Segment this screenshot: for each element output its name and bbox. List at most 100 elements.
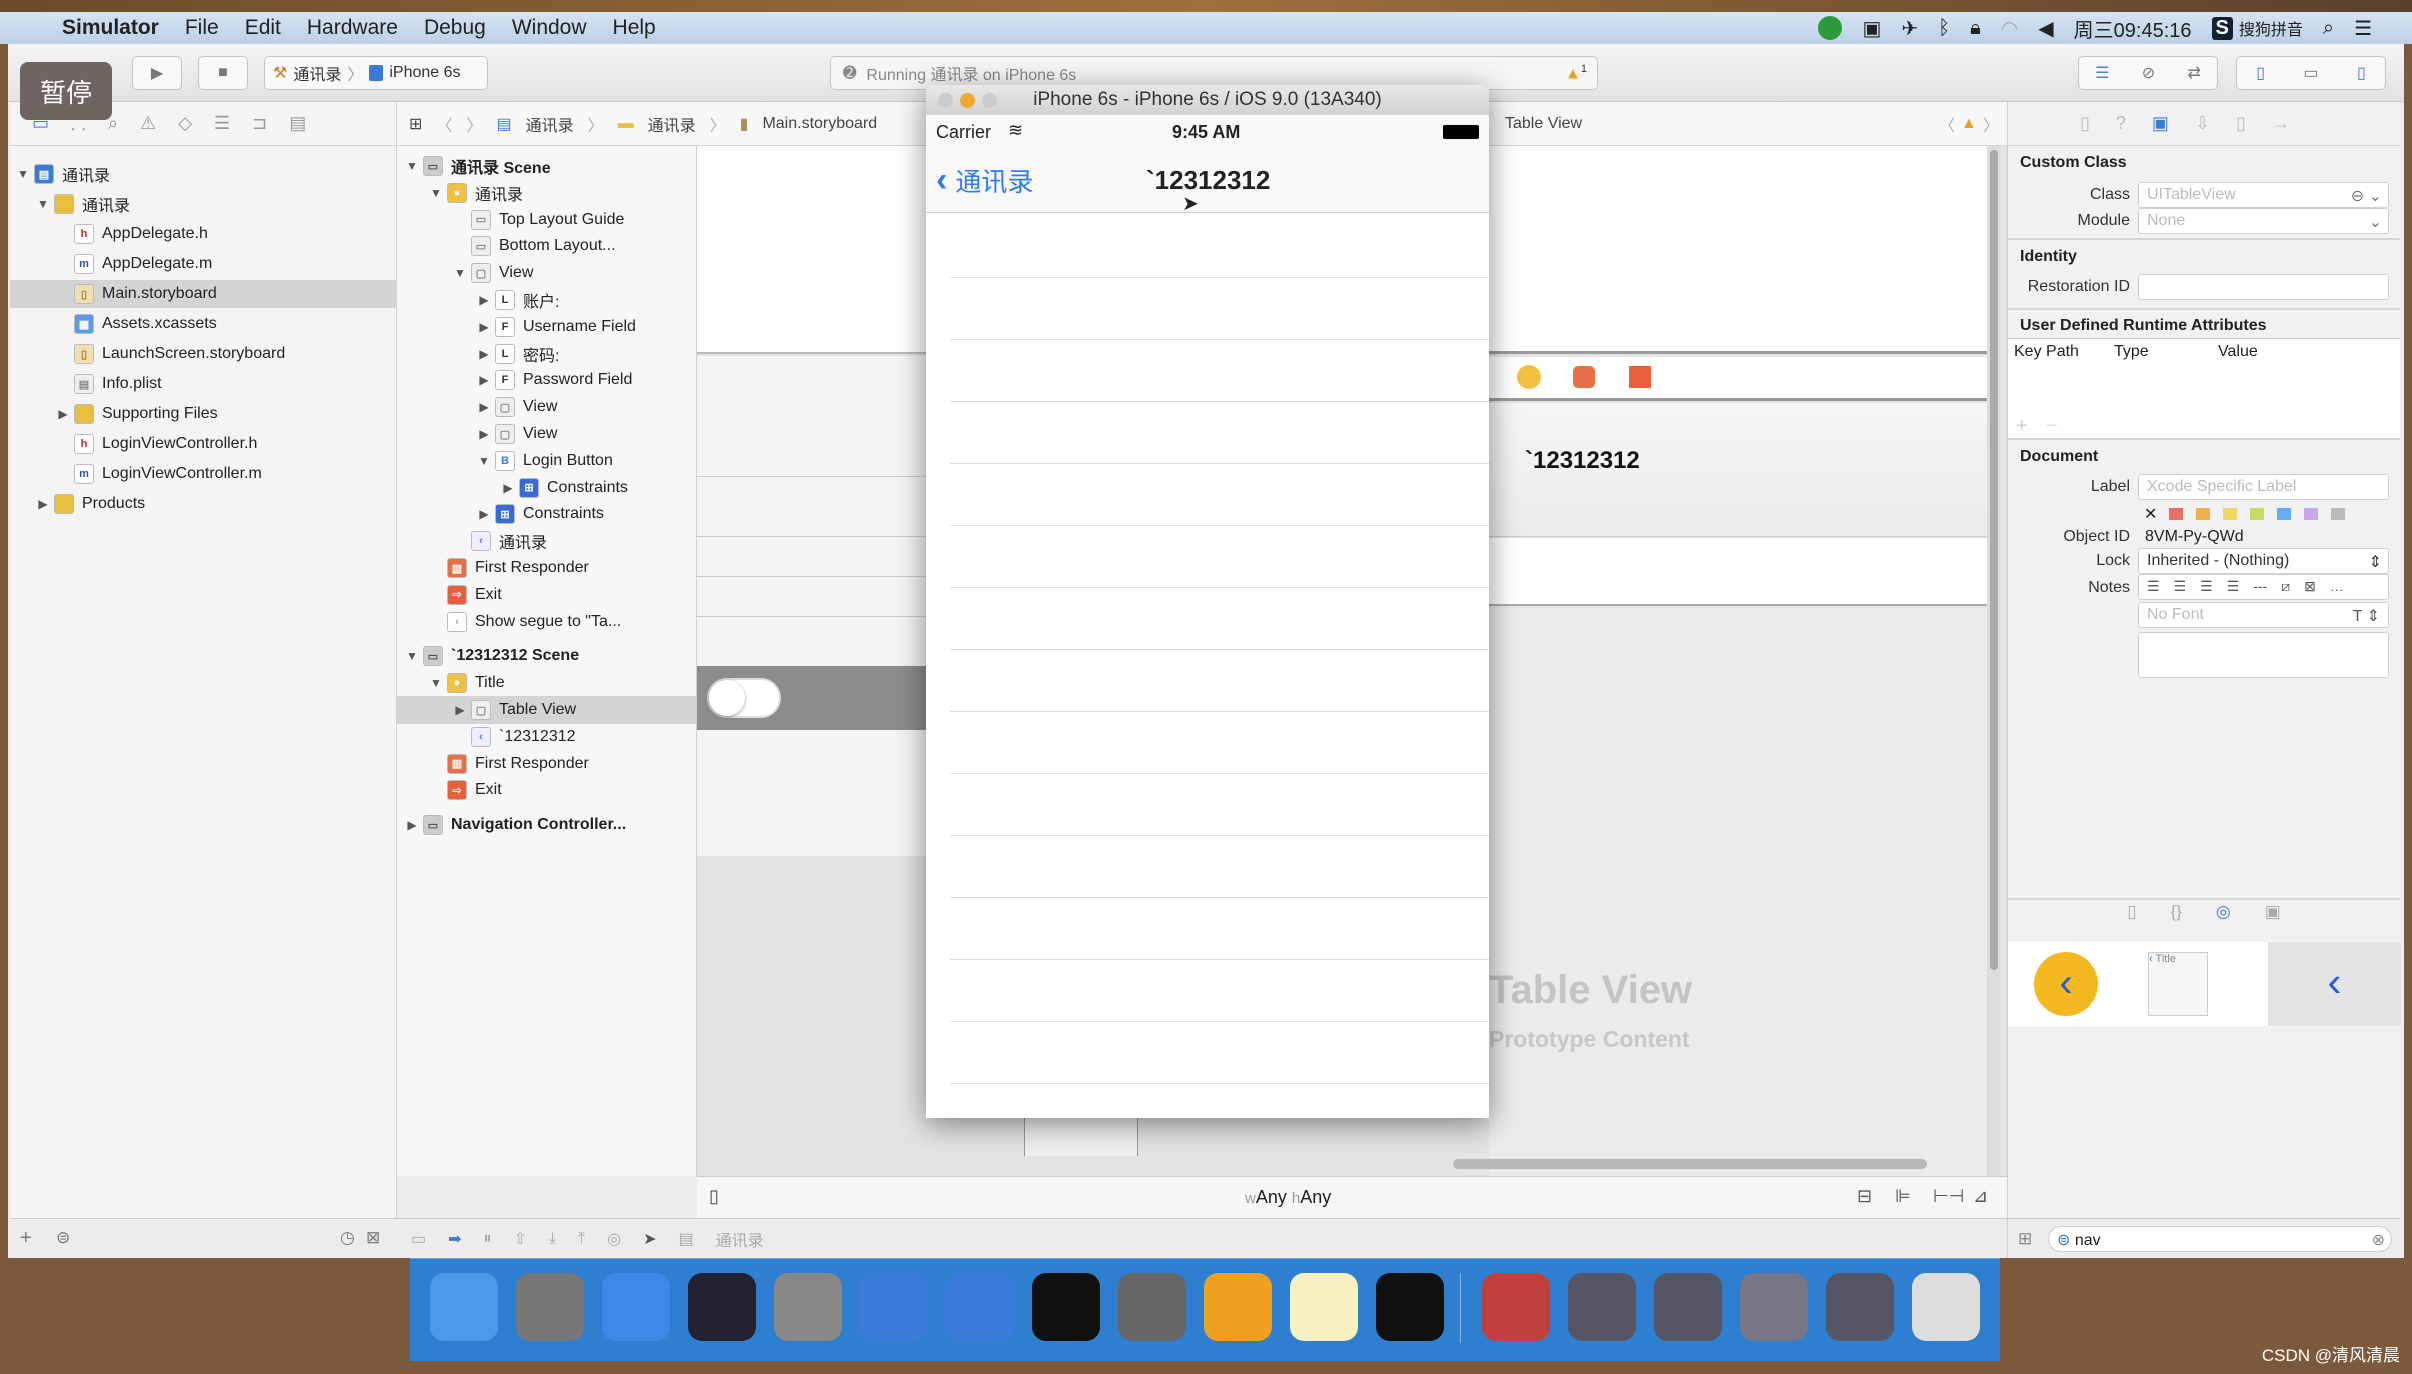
clear-filter-icon[interactable]: ⊗ (2372, 1230, 2385, 1250)
menu-edit[interactable]: Edit (245, 16, 281, 40)
restoration-id-field[interactable] (2138, 274, 2389, 300)
assistant-editor-icon[interactable]: ⊘ (2142, 63, 2155, 83)
file-item[interactable]: ▼ ▤ 通讯录 (10, 160, 396, 188)
library-filter-input[interactable]: ⊜ nav ⊗ (2048, 1226, 2392, 1252)
forward-icon[interactable]: 〉 (466, 112, 482, 136)
menu-help[interactable]: Help (613, 16, 656, 40)
more-icon[interactable]: … (2330, 578, 2344, 596)
run-button[interactable]: ▶ (132, 56, 182, 90)
identity-inspector-icon[interactable]: ▣ (2152, 113, 2169, 134)
dock-photo-booth-icon[interactable] (774, 1273, 842, 1341)
scm-filter-icon[interactable]: ⊠ (366, 1228, 380, 1248)
file-item[interactable]: ▶ Products (10, 490, 396, 518)
pin-icon[interactable]: ⊢⊣ (1933, 1186, 1964, 1207)
test-nav-icon[interactable]: ◇ (178, 113, 192, 134)
view-debugger-icon[interactable]: ◎ (607, 1229, 621, 1249)
prototype-cell[interactable] (1489, 538, 1989, 606)
dock-xcode-icon[interactable] (860, 1273, 928, 1341)
file-item[interactable]: h AppDelegate.h (10, 220, 396, 248)
recent-files-icon[interactable]: ◷ (340, 1228, 355, 1248)
media-library-icon[interactable]: ▣ (2265, 902, 2281, 926)
outline-item[interactable]: ‹ Show segue to "Ta... (397, 608, 696, 636)
simulator-titlebar[interactable]: iPhone 6s - iPhone 6s / iOS 9.0 (13A340) (926, 85, 1489, 115)
wifi-icon[interactable]: ◠ (2001, 16, 2018, 41)
version-editor-icon[interactable]: ⇄ (2187, 63, 2200, 83)
code-snippet-icon[interactable]: {} (2171, 902, 2182, 926)
disclosure-collapsed-icon[interactable]: ▶ (477, 507, 491, 521)
hide-debug-icon[interactable]: ▭ (411, 1229, 426, 1249)
close-button[interactable] (938, 93, 953, 108)
align-icon[interactable]: ⊫ (1895, 1186, 1911, 1207)
doc-label-field[interactable]: Xcode Specific Label (2138, 474, 2389, 500)
outline-item[interactable]: ▼ ▢ View (397, 259, 696, 287)
file-item[interactable]: ▤ Info.plist (10, 370, 396, 398)
toggle-switch[interactable] (707, 678, 781, 718)
remove-attribute-icon[interactable]: − (2046, 415, 2058, 438)
disclosure-collapsed-icon[interactable]: ▶ (477, 320, 491, 334)
outline-item[interactable]: ▭ Top Layout Guide (397, 206, 696, 234)
related-items-icon[interactable]: ⊞ (409, 114, 422, 134)
disclosure-collapsed-icon[interactable]: ▶ (56, 407, 70, 421)
outline-item[interactable]: ▭ Bottom Layout... (397, 232, 696, 260)
disclosure-expanded-icon[interactable]: ▼ (429, 186, 443, 200)
show-outline-icon[interactable]: ▯ (709, 1186, 719, 1207)
outline-item[interactable]: ▼ ● 通讯录 (397, 179, 696, 207)
toggle-navigator-icon[interactable]: ▯ (2256, 63, 2265, 83)
spotlight-icon[interactable]: ⌕ (2323, 17, 2334, 40)
outline-item[interactable]: ▶ ▢ Table View (397, 696, 696, 724)
outline-item[interactable]: ▶ F Username Field (397, 313, 696, 341)
toggle-debug-icon[interactable]: ▭ (2303, 63, 2318, 83)
help-inspector-icon[interactable]: ? (2116, 113, 2126, 134)
dock-trash-icon[interactable] (1912, 1273, 1980, 1341)
disclosure-collapsed-icon[interactable]: ▶ (477, 400, 491, 414)
outline-item[interactable]: ▶ ⊞ Constraints (397, 500, 696, 528)
zoom-button[interactable] (982, 93, 997, 108)
file-item[interactable]: ▯ LaunchScreen.storyboard (10, 340, 396, 368)
outline-item[interactable]: ▶ ⊞ Constraints (397, 474, 696, 502)
menu-app[interactable]: Simulator (62, 16, 159, 40)
bluetooth-icon[interactable]: ᛒ (1938, 17, 1950, 40)
volume-icon[interactable]: ◀ (2038, 16, 2053, 41)
label-color-swatch[interactable] (2223, 508, 2238, 520)
dash-icon[interactable]: --- (2253, 578, 2267, 596)
disclosure-collapsed-icon[interactable]: ▶ (501, 481, 515, 495)
lock-select[interactable]: Inherited - (Nothing) ⇕ (2138, 548, 2389, 574)
disclosure-expanded-icon[interactable]: ▼ (429, 676, 443, 690)
filter-icon[interactable]: ⊜ (56, 1228, 70, 1248)
disclosure-expanded-icon[interactable]: ▼ (453, 266, 467, 280)
size-class-control[interactable]: wAny hAny (1245, 1187, 1331, 1208)
dock-launchpad-icon[interactable] (516, 1273, 584, 1341)
dock-mouse-icon[interactable] (688, 1273, 756, 1341)
outline-item[interactable]: ‹ `12312312 (397, 723, 696, 751)
outline-item[interactable]: ▼ B Login Button (397, 447, 696, 475)
dock-terminal-icon[interactable] (1032, 1273, 1100, 1341)
outline-item[interactable]: ⇨ Exit (397, 776, 696, 804)
dock-screen2-icon[interactable] (1654, 1273, 1722, 1341)
dock-screen1-icon[interactable] (1568, 1273, 1636, 1341)
crumb-file[interactable]: Main.storyboard (762, 115, 877, 133)
file-item[interactable]: m LoginViewController.m (10, 460, 396, 488)
disclosure-collapsed-icon[interactable]: ▶ (405, 818, 419, 832)
outline-item[interactable]: ▼ ▭ `12312312 Scene (397, 642, 696, 670)
vertical-scrollbar[interactable] (1987, 146, 2001, 1176)
text-color-icon[interactable]: ⊠ (2304, 578, 2316, 596)
grid-view-icon[interactable]: ⊞ (2018, 1229, 2032, 1249)
module-select[interactable]: None ⌄ (2138, 208, 2389, 234)
step-over-icon[interactable]: ⇧ (514, 1229, 527, 1249)
dock-sketch-icon[interactable] (1204, 1273, 1272, 1341)
outline-item[interactable]: ▶ L 账户: (397, 286, 696, 314)
runtime-attributes-table[interactable]: Key Path Type Value + − (2008, 338, 2400, 438)
step-in-icon[interactable]: ⤓ (549, 1230, 556, 1248)
back-button[interactable]: ‹ 通讯录 (936, 161, 1033, 200)
minimize-button[interactable] (960, 93, 975, 108)
label-color-swatch[interactable] (2250, 508, 2265, 520)
font-picker-icon[interactable]: T ⇕ (2353, 606, 2380, 626)
align-left-icon[interactable]: ☰ (2147, 578, 2160, 596)
exit-icon[interactable] (1629, 366, 1651, 388)
label-color-swatch[interactable] (2169, 508, 2184, 520)
dock-screen3-icon[interactable] (1740, 1273, 1808, 1341)
scheme-selector[interactable]: ⚒ 通讯录 〉 iPhone 6s (264, 56, 488, 90)
add-attribute-icon[interactable]: + (2016, 415, 2028, 438)
ime-label[interactable]: 搜狗拼音 (2239, 16, 2303, 40)
dock-notes-icon[interactable] (1290, 1273, 1358, 1341)
